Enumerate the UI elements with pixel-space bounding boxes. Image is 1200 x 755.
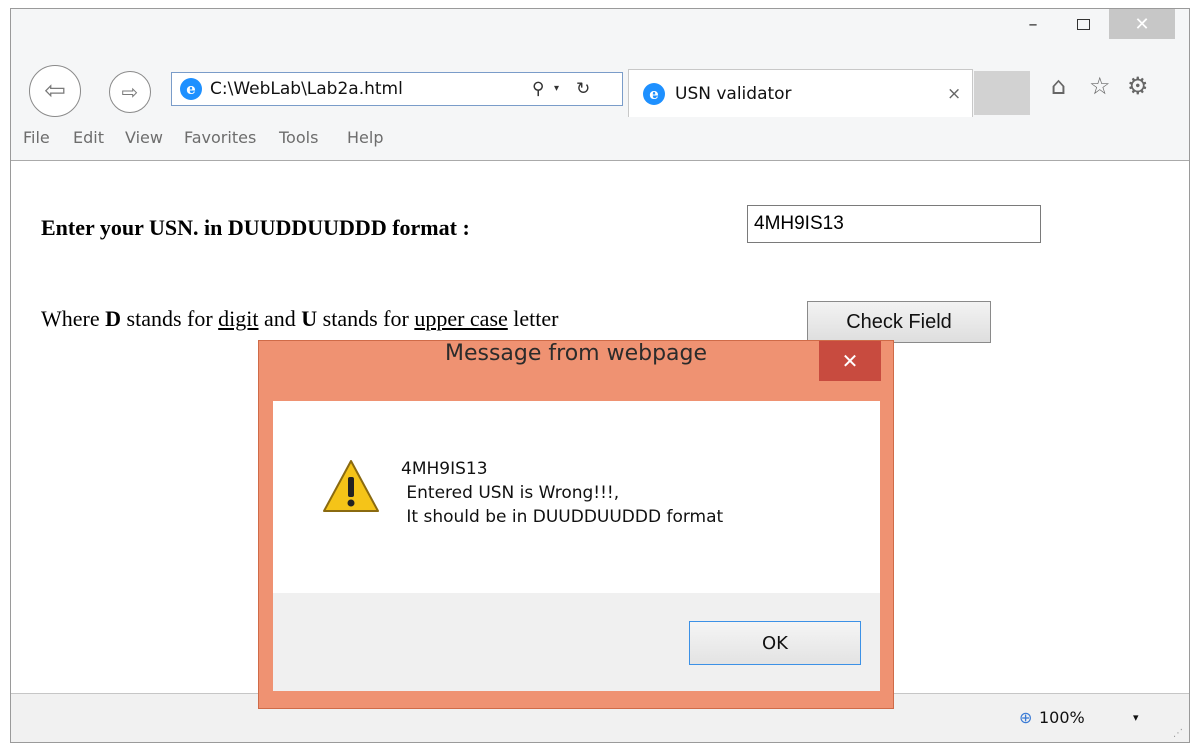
window-close-button[interactable]: ✕ bbox=[1109, 9, 1175, 39]
dialog-body: 4MH9IS13 Entered USN is Wrong!!!, It sho… bbox=[273, 401, 880, 593]
menu-bar: File Edit View Favorites Tools Help bbox=[11, 117, 1189, 161]
hint-text-3: and bbox=[258, 306, 302, 331]
maximize-button[interactable] bbox=[1061, 9, 1105, 39]
ok-button[interactable]: OK bbox=[689, 621, 861, 665]
menu-edit[interactable]: Edit bbox=[73, 117, 104, 159]
minimize-button[interactable]: – bbox=[1011, 9, 1055, 39]
title-bar: – ✕ bbox=[11, 9, 1189, 57]
hint-d: D bbox=[105, 306, 122, 331]
tab-usn-validator[interactable]: e USN validator × bbox=[628, 69, 973, 117]
search-icon[interactable]: ⚲ bbox=[532, 73, 544, 105]
zoom-level[interactable]: 100% bbox=[1039, 694, 1085, 742]
warning-icon bbox=[323, 460, 379, 512]
hint-text-2: stands for bbox=[121, 306, 219, 331]
back-button[interactable]: ⇦ bbox=[29, 65, 81, 117]
new-tab-button[interactable] bbox=[974, 71, 1030, 115]
ie-tab-icon: e bbox=[643, 83, 665, 105]
format-hint: Where D stands for digit and U stands fo… bbox=[41, 306, 558, 332]
hint-text-5: letter bbox=[507, 306, 559, 331]
dialog-title: Message from webpage bbox=[444, 341, 708, 366]
dialog-footer: OK bbox=[273, 593, 880, 691]
favorites-icon[interactable]: ☆ bbox=[1089, 71, 1111, 101]
menu-view[interactable]: View bbox=[125, 117, 163, 159]
maximize-icon bbox=[1076, 18, 1090, 30]
usn-prompt-label: Enter your USN. in DUUDDUUDDD format : bbox=[41, 215, 470, 240]
message-line: 4MH9IS13 bbox=[401, 459, 488, 479]
message-line: Entered USN is Wrong!!!, bbox=[401, 483, 620, 503]
address-text[interactable]: C:\WebLab\Lab2a.html bbox=[210, 73, 403, 105]
resize-grip-icon[interactable]: ⋰ bbox=[1173, 728, 1183, 739]
zoom-icon[interactable]: ⊕ bbox=[1019, 694, 1032, 742]
home-icon[interactable]: ⌂ bbox=[1051, 71, 1066, 101]
address-dropdown-icon[interactable]: ▾ bbox=[554, 73, 559, 105]
dialog-close-button[interactable]: ✕ bbox=[819, 341, 881, 381]
hint-text-4: stands for bbox=[317, 306, 415, 331]
tab-close-icon[interactable]: × bbox=[947, 70, 961, 118]
hint-u: U bbox=[301, 306, 318, 331]
menu-help[interactable]: Help bbox=[347, 117, 383, 159]
forward-arrow-icon: ⇨ bbox=[121, 80, 139, 104]
dialog-message: 4MH9IS13 Entered USN is Wrong!!!, It sho… bbox=[401, 457, 723, 529]
check-field-button[interactable]: Check Field bbox=[807, 301, 991, 343]
hint-upper-case: upper case bbox=[414, 306, 508, 331]
refresh-icon[interactable]: ↻ bbox=[576, 73, 590, 105]
usn-input[interactable] bbox=[747, 205, 1041, 243]
alert-dialog: Message from webpage ✕ 4MH9IS13 Entered … bbox=[258, 340, 894, 709]
message-line: It should be in DUUDDUUDDD format bbox=[401, 507, 724, 527]
hint-text-1: Where bbox=[41, 306, 106, 331]
back-arrow-icon: ⇦ bbox=[44, 76, 66, 106]
address-bar[interactable]: e C:\WebLab\Lab2a.html ⚲ ▾ ↻ bbox=[171, 72, 623, 106]
settings-icon[interactable]: ⚙ bbox=[1127, 71, 1149, 101]
zoom-dropdown-icon[interactable]: ▾ bbox=[1133, 694, 1139, 742]
menu-file[interactable]: File bbox=[23, 117, 50, 159]
menu-favorites[interactable]: Favorites bbox=[184, 117, 256, 159]
tab-title: USN validator bbox=[675, 84, 792, 104]
hint-digit: digit bbox=[218, 306, 259, 331]
forward-button[interactable]: ⇨ bbox=[109, 71, 151, 113]
menu-tools[interactable]: Tools bbox=[279, 117, 318, 159]
ie-page-icon: e bbox=[180, 78, 202, 100]
